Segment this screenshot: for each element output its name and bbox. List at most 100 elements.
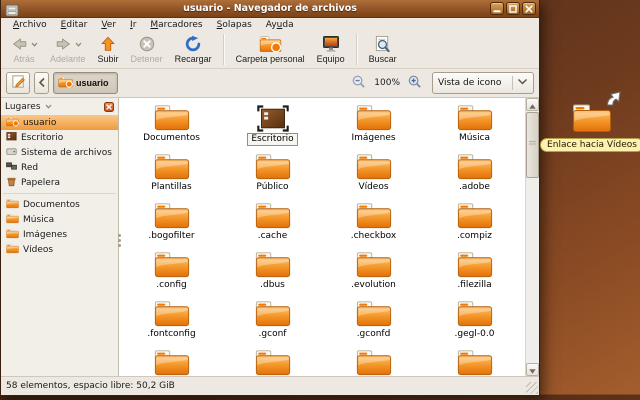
sidebar-item-sistema-de-archivos[interactable]: Sistema de archivos (1, 145, 118, 160)
file-item-adobe[interactable]: .adobe (424, 151, 525, 200)
file-item-gnome2-private[interactable]: .gnome2-private (424, 347, 525, 376)
folder-icon (154, 347, 190, 376)
file-view[interactable]: Documentos Escritorio Imágenes Música Planti… (119, 98, 539, 376)
toolbar-button-label: Detener (131, 54, 163, 64)
sidebar-item-documentos[interactable]: Documentos (1, 197, 118, 212)
file-item-gegl-0-0[interactable]: .gegl-0.0 (424, 298, 525, 347)
toolbar-button-detener[interactable]: Detener (125, 34, 169, 65)
window-controls (490, 2, 536, 15)
chevron-left-icon (37, 76, 47, 91)
menu-item-ayuda[interactable]: Ayuda (259, 20, 301, 30)
zoom-out-button[interactable] (350, 73, 368, 93)
menu-item-archivo[interactable]: Archivo (6, 20, 54, 30)
arrow-right-icon (54, 35, 73, 55)
toolbar-button-adelante[interactable]: Adelante (44, 34, 92, 65)
scroll-up-button[interactable] (526, 98, 539, 111)
chevron-down-icon (75, 42, 82, 47)
chevron-down-icon (31, 42, 38, 47)
file-item-label: Público (253, 182, 291, 193)
sidebar-item-red[interactable]: Red (1, 160, 118, 175)
toolbar-button-equipo[interactable]: Equipo (311, 34, 351, 65)
toolbar-button-carpeta-personal[interactable]: Carpeta personal (230, 34, 311, 65)
pane-resize-grip[interactable] (118, 234, 121, 237)
toolbar-separator (223, 34, 225, 65)
file-item-gftp[interactable]: .gftp (121, 347, 222, 376)
file-item-label: .bogofilter (145, 231, 197, 242)
edit-location-button[interactable] (6, 72, 30, 94)
folder-icon (154, 151, 190, 181)
file-item-escritorio[interactable]: Escritorio (222, 102, 323, 151)
file-item-gconfd[interactable]: .gconfd (323, 298, 424, 347)
file-item-label: Imágenes (348, 133, 398, 144)
maximize-button[interactable] (506, 2, 520, 15)
file-item-dbus[interactable]: .dbus (222, 249, 323, 298)
toolbar-button-buscar[interactable]: Buscar (363, 34, 403, 65)
sidebar-item-imagenes[interactable]: Imágenes (1, 227, 118, 242)
file-item-label: .dbus (257, 280, 288, 291)
menu-item-editar[interactable]: Editar (54, 20, 95, 30)
file-item-label: .config (153, 280, 189, 291)
folder-icon (457, 298, 493, 328)
sidebar-item-label: Vídeos (23, 245, 53, 255)
file-item-config[interactable]: .config (121, 249, 222, 298)
scroll-down-icon (528, 360, 537, 376)
file-grid: Documentos Escritorio Imágenes Música Planti… (121, 102, 525, 376)
file-item-fontconfig[interactable]: .fontconfig (121, 298, 222, 347)
status-bar: 58 elementos, espacio libre: 50,2 GiB (1, 376, 539, 395)
sidebar-item-videos[interactable]: Vídeos (1, 242, 118, 257)
file-item-publico[interactable]: Público (222, 151, 323, 200)
sidebar-close-button[interactable] (104, 97, 114, 116)
file-item-checkbox[interactable]: .checkbox (323, 200, 424, 249)
zoom-in-button[interactable] (406, 73, 424, 93)
view-mode-select[interactable]: Vista de icono (432, 72, 534, 94)
file-item-musica[interactable]: Música (424, 102, 525, 151)
desktop-link-videos[interactable]: Enlace hacia Vídeos (548, 102, 636, 152)
file-item-label: Vídeos (355, 182, 391, 193)
folder-icon (457, 200, 493, 230)
file-item-label: Escritorio (247, 133, 297, 146)
sidebar-item-usuario[interactable]: usuario (1, 115, 118, 130)
menu-item-ir[interactable]: Ir (123, 20, 143, 30)
file-item-imagenes[interactable]: Imágenes (323, 102, 424, 151)
minimize-button[interactable] (490, 2, 504, 15)
file-item-gnome2[interactable]: .gnome2 (323, 347, 424, 376)
menu-item-ver[interactable]: Ver (94, 20, 123, 30)
breadcrumb-scroll-left-button[interactable] (34, 72, 49, 94)
file-item-evolution[interactable]: .evolution (323, 249, 424, 298)
file-item-label: .compiz (454, 231, 495, 242)
title-bar[interactable]: usuario - Navegador de archivos (1, 0, 539, 18)
desktop[interactable]: { "window": { "title": "usuario - Navega… (0, 0, 640, 400)
zoom-level: 100% (374, 78, 400, 88)
sidebar-item-escritorio[interactable]: Escritorio (1, 130, 118, 145)
breadcrumb-usuario[interactable]: usuario (53, 72, 118, 94)
folder-small-icon (6, 213, 19, 227)
file-manager-icon (5, 2, 19, 15)
file-item-plantillas[interactable]: Plantillas (121, 151, 222, 200)
arrow-up-icon (99, 35, 117, 55)
file-item-cache[interactable]: .cache (222, 200, 323, 249)
file-item-gimp-2-6[interactable]: .gimp-2.6 (222, 347, 323, 376)
file-item-bogofilter[interactable]: .bogofilter (121, 200, 222, 249)
places-dropdown[interactable]: Lugares (5, 102, 101, 112)
scrollbar-thumb[interactable] (526, 112, 539, 178)
close-button[interactable] (522, 2, 536, 15)
menu-item-marcadores[interactable]: Marcadores (143, 20, 209, 30)
sidebar-item-label: Papelera (21, 178, 60, 188)
resize-grip[interactable] (526, 382, 538, 394)
file-item-videos[interactable]: Vídeos (323, 151, 424, 200)
file-manager-window: usuario - Navegador de archivos ArchivoE… (0, 0, 540, 396)
folder-icon (356, 151, 392, 181)
file-item-compiz[interactable]: .compiz (424, 200, 525, 249)
file-item-filezilla[interactable]: .filezilla (424, 249, 525, 298)
menu-item-solapas[interactable]: Solapas (210, 20, 259, 30)
file-item-documentos[interactable]: Documentos (121, 102, 222, 151)
sidebar-item-papelera[interactable]: Papelera (1, 175, 118, 190)
toolbar-button-label: Recargar (175, 54, 212, 64)
toolbar-button-subir[interactable]: Subir (92, 34, 125, 65)
toolbar-button-recargar[interactable]: Recargar (169, 34, 218, 65)
toolbar-button-atras[interactable]: Atrás (4, 34, 44, 65)
sidebar-item-musica[interactable]: Música (1, 212, 118, 227)
scroll-down-button[interactable] (526, 363, 539, 376)
file-item-gconf[interactable]: .gconf (222, 298, 323, 347)
vertical-scrollbar[interactable] (525, 98, 539, 376)
